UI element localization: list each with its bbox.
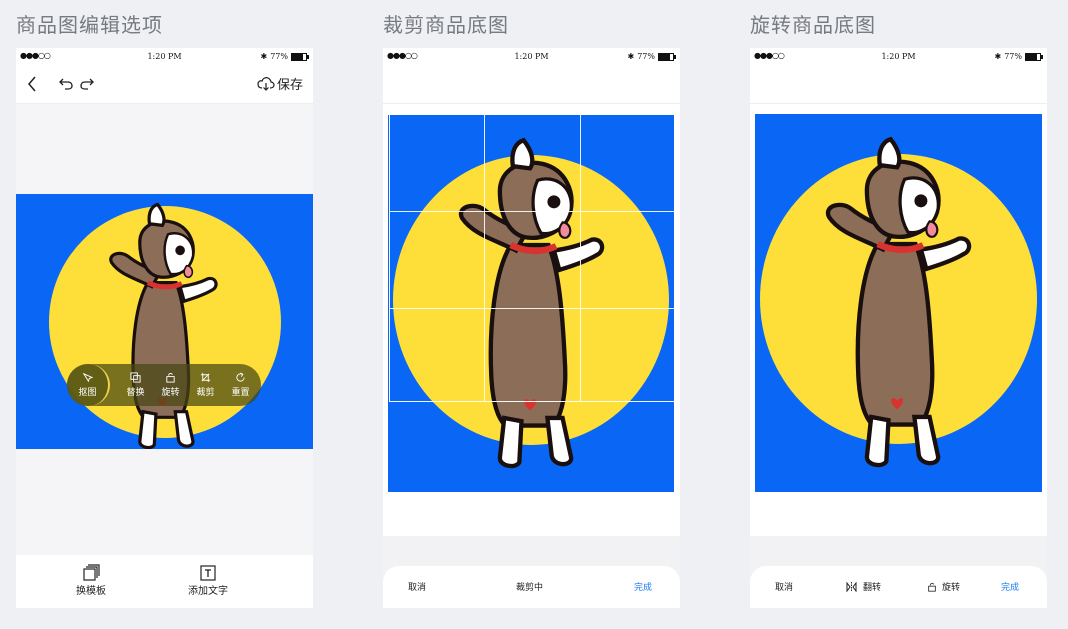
flip-button[interactable]: 翻转	[846, 580, 881, 593]
bluetooth-icon: ✱	[627, 52, 635, 61]
change-template-label: 换模板	[76, 586, 106, 597]
rotate-icon	[166, 373, 175, 383]
add-text-label: 添加文字	[188, 586, 228, 597]
section-title-crop: 裁剪商品底图	[383, 13, 509, 37]
phone-crop: ●●●○○ 1:20 PM ✱ 77% 取消 裁剪中 完成	[383, 48, 680, 608]
rotate-icon	[928, 582, 936, 592]
battery-icon	[658, 52, 676, 61]
editor-bottom-bar: 换模板 添加文字	[16, 555, 313, 608]
image-edit-toolbar: 抠图 替换 旋转 裁剪 重置	[67, 364, 261, 406]
tool-label: 旋转	[161, 388, 180, 398]
editor-nav-bar: 保存	[16, 65, 313, 104]
tool-crop[interactable]: 裁剪	[188, 364, 223, 406]
battery-icon	[1025, 52, 1043, 61]
add-text-button[interactable]: 添加文字	[188, 564, 228, 597]
battery-percent: 77%	[1004, 52, 1022, 61]
crop-grid-line	[580, 114, 581, 402]
section-title-edit-options: 商品图编辑选项	[16, 13, 163, 37]
dog-illustration	[817, 136, 987, 471]
status-bar: ●●●○○ 1:20 PM ✱ 77%	[750, 48, 1047, 65]
undo-icon[interactable]	[58, 75, 74, 95]
rotate-label: 旋转	[942, 583, 961, 593]
section-title-rotate: 旋转商品底图	[750, 13, 876, 37]
change-template-button[interactable]: 换模板	[76, 564, 106, 597]
cancel-button[interactable]: 取消	[408, 580, 426, 593]
reset-icon	[236, 372, 245, 382]
done-button[interactable]: 完成	[1001, 580, 1019, 593]
bluetooth-icon: ✱	[994, 52, 1002, 61]
rotate-action-bar: 取消 翻转 旋转 完成	[750, 566, 1047, 608]
crop-grid-line	[389, 211, 674, 212]
tool-reset[interactable]: 重置	[223, 364, 258, 406]
product-image[interactable]	[755, 114, 1042, 492]
template-stack-icon	[83, 564, 100, 581]
battery-percent: 77%	[637, 52, 655, 61]
cloud-download-icon	[257, 76, 275, 91]
flip-label: 翻转	[863, 583, 882, 593]
phone-edit-options: ●●●○○ 1:20 PM ✱ 77% 保存 抠图 替换 旋转 裁剪 重置 换模…	[16, 48, 313, 608]
phone-rotate: ●●●○○ 1:20 PM ✱ 77% 取消 翻转 旋转 完成	[750, 48, 1047, 608]
tool-label: 重置	[231, 388, 250, 398]
back-icon[interactable]	[26, 75, 38, 97]
dog-illustration	[96, 202, 236, 449]
tool-label: 裁剪	[196, 388, 215, 398]
done-button[interactable]: 完成	[634, 580, 652, 593]
bluetooth-icon: ✱	[260, 52, 268, 61]
tool-rotate[interactable]: 旋转	[153, 364, 188, 406]
crop-status-label: 裁剪中	[516, 583, 544, 593]
status-bar: ●●●○○ 1:20 PM ✱ 77%	[383, 48, 680, 65]
crop-grid-line	[389, 308, 674, 309]
replace-icon	[130, 372, 141, 383]
rotate-button[interactable]: 旋转	[927, 580, 960, 593]
cancel-button[interactable]: 取消	[775, 580, 793, 593]
cutout-icon	[82, 372, 93, 383]
crop-grid-line	[484, 114, 485, 402]
tool-label: 抠图	[78, 388, 97, 398]
crop-action-bar: 取消 裁剪中 完成	[383, 566, 680, 608]
crop-top-area	[383, 65, 680, 104]
status-bar: ●●●○○ 1:20 PM ✱ 77%	[16, 48, 313, 65]
flip-icon	[846, 581, 857, 592]
product-image[interactable]	[16, 194, 313, 449]
save-button[interactable]: 保存	[257, 74, 303, 93]
battery-percent: 77%	[270, 52, 288, 61]
rotate-top-area	[750, 65, 1047, 104]
crop-frame[interactable]	[389, 114, 675, 402]
text-box-icon	[200, 565, 216, 581]
redo-icon[interactable]	[79, 75, 95, 95]
save-label: 保存	[276, 78, 303, 93]
battery-icon	[291, 52, 309, 61]
tool-label: 替换	[126, 388, 145, 398]
tool-cutout[interactable]: 抠图	[67, 364, 110, 406]
tool-replace[interactable]: 替换	[118, 364, 153, 406]
crop-icon	[200, 372, 211, 383]
